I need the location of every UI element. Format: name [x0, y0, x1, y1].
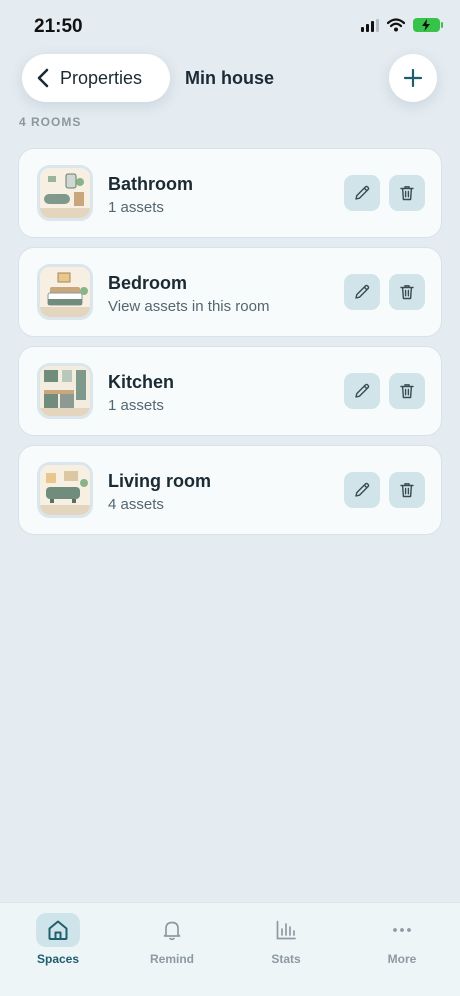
delete-room-button[interactable]	[389, 373, 425, 409]
room-name: Bedroom	[108, 273, 188, 293]
trash-icon	[400, 384, 414, 399]
room-card-bedroom[interactable]: Bedroom View assets in this room	[18, 247, 442, 337]
status-bar: 21:50	[0, 0, 460, 52]
room-card-bathroom[interactable]: Bathroom 1 assets	[18, 148, 442, 238]
home-icon	[48, 920, 68, 940]
room-asset-count: View assets in this room	[108, 298, 270, 315]
back-to-properties-button[interactable]: Properties	[22, 54, 170, 102]
room-card-kitchen[interactable]: Kitchen 1 assets	[18, 346, 442, 436]
cellular-signal-icon	[361, 18, 379, 32]
status-time: 21:50	[34, 16, 83, 37]
page-title: Min house	[185, 68, 274, 88]
rooms-count-label: 4 ROOMS	[19, 115, 82, 129]
nav-label: Spaces	[36, 952, 80, 966]
battery-charging-icon	[413, 18, 443, 32]
bottom-navigation: Spaces Remind Stats More	[0, 902, 460, 996]
nav-label: Stats	[271, 952, 301, 966]
tab-stats[interactable]: Stats	[246, 913, 326, 983]
nav-label: Remind	[149, 952, 194, 966]
delete-room-button[interactable]	[389, 175, 425, 211]
living-room-illustration	[37, 462, 93, 518]
room-name: Living room	[108, 471, 211, 491]
room-name: Kitchen	[108, 372, 175, 392]
wifi-icon	[387, 18, 405, 32]
room-asset-count: 1 assets	[108, 397, 164, 414]
edit-room-button[interactable]	[344, 373, 380, 409]
nav-icon-container	[380, 913, 424, 947]
more-dots-icon	[393, 928, 411, 932]
pencil-icon	[355, 185, 370, 200]
pencil-icon	[355, 284, 370, 299]
room-list: Bathroom 1 assets Bedroom View assets in…	[18, 148, 442, 544]
trash-icon	[400, 186, 414, 201]
status-icons	[361, 18, 443, 32]
room-name: Bathroom	[108, 174, 193, 194]
nav-label: More	[387, 952, 417, 966]
delete-room-button[interactable]	[389, 472, 425, 508]
bar-chart-icon	[276, 920, 296, 940]
bedroom-illustration	[37, 264, 93, 320]
bell-icon	[163, 921, 181, 941]
nav-icon-container	[36, 913, 80, 947]
bathroom-illustration	[37, 165, 93, 221]
pencil-icon	[355, 383, 370, 398]
room-asset-count: 4 assets	[108, 496, 164, 513]
trash-icon	[400, 483, 414, 498]
delete-room-button[interactable]	[389, 274, 425, 310]
chevron-left-icon	[37, 68, 49, 88]
edit-room-button[interactable]	[344, 274, 380, 310]
plus-icon	[404, 69, 422, 87]
pencil-icon	[355, 482, 370, 497]
tab-more[interactable]: More	[362, 913, 442, 983]
back-button-label: Properties	[60, 67, 143, 88]
room-asset-count: 1 assets	[108, 199, 164, 216]
tab-spaces[interactable]: Spaces	[18, 913, 98, 983]
edit-room-button[interactable]	[344, 472, 380, 508]
room-card-living-room[interactable]: Living room 4 assets	[18, 445, 442, 535]
tab-remind[interactable]: Remind	[132, 913, 212, 983]
nav-icon-container	[150, 913, 194, 947]
nav-icon-container	[264, 913, 308, 947]
edit-room-button[interactable]	[344, 175, 380, 211]
trash-icon	[400, 285, 414, 300]
kitchen-illustration	[37, 363, 93, 419]
add-room-button[interactable]	[389, 54, 437, 102]
